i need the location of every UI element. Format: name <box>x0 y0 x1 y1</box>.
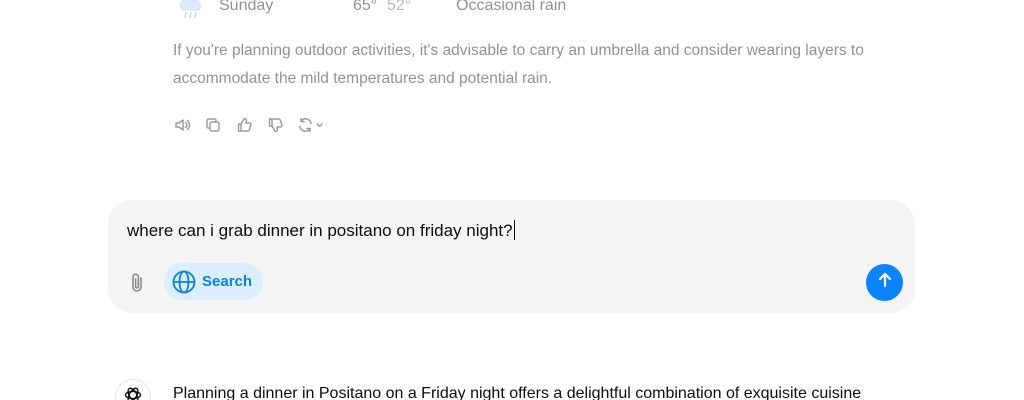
paperclip-icon[interactable] <box>128 272 148 294</box>
search-toggle-button[interactable]: Search <box>164 263 263 300</box>
arrow-up-icon <box>876 271 894 294</box>
thumbs-up-icon[interactable] <box>234 115 254 135</box>
regenerate-icon[interactable] <box>296 115 328 135</box>
message-actions <box>172 115 339 135</box>
openai-logo-icon <box>122 384 144 400</box>
copy-icon[interactable] <box>203 115 223 135</box>
assistant-reply-text: Planning a dinner in Positano on a Frida… <box>173 385 862 400</box>
prompt-input-value: where can i grab dinner in positano on f… <box>127 221 513 240</box>
thumbs-down-icon[interactable] <box>265 115 285 135</box>
forecast-high-temp: 65° <box>353 0 378 14</box>
rain-cloud-icon <box>176 0 206 19</box>
forecast-row: Sunday 65° 52° Occasional rain <box>173 0 593 19</box>
forecast-condition: Occasional rain <box>456 0 567 14</box>
read-aloud-icon[interactable] <box>172 115 192 135</box>
chat-page: Sunday 65° 52° Occasional rain If you're… <box>0 0 1024 400</box>
advice-paragraph: If you're planning outdoor activities, i… <box>173 42 864 87</box>
globe-icon <box>171 269 197 295</box>
message-composer[interactable]: where can i grab dinner in positano on f… <box>108 200 915 313</box>
forecast-day: Sunday <box>219 0 274 14</box>
previous-assistant-message: Sunday 65° 52° Occasional rain If you're… <box>0 0 1024 150</box>
send-button[interactable] <box>866 264 903 301</box>
text-caret <box>513 220 515 240</box>
forecast-low-temp: 52° <box>387 0 412 14</box>
search-button-label: Search <box>202 273 253 290</box>
assistant-avatar <box>115 379 151 400</box>
prompt-input[interactable]: where can i grab dinner in positano on f… <box>127 220 515 241</box>
assistant-reply: Planning a dinner in Positano on a Frida… <box>0 370 1024 400</box>
